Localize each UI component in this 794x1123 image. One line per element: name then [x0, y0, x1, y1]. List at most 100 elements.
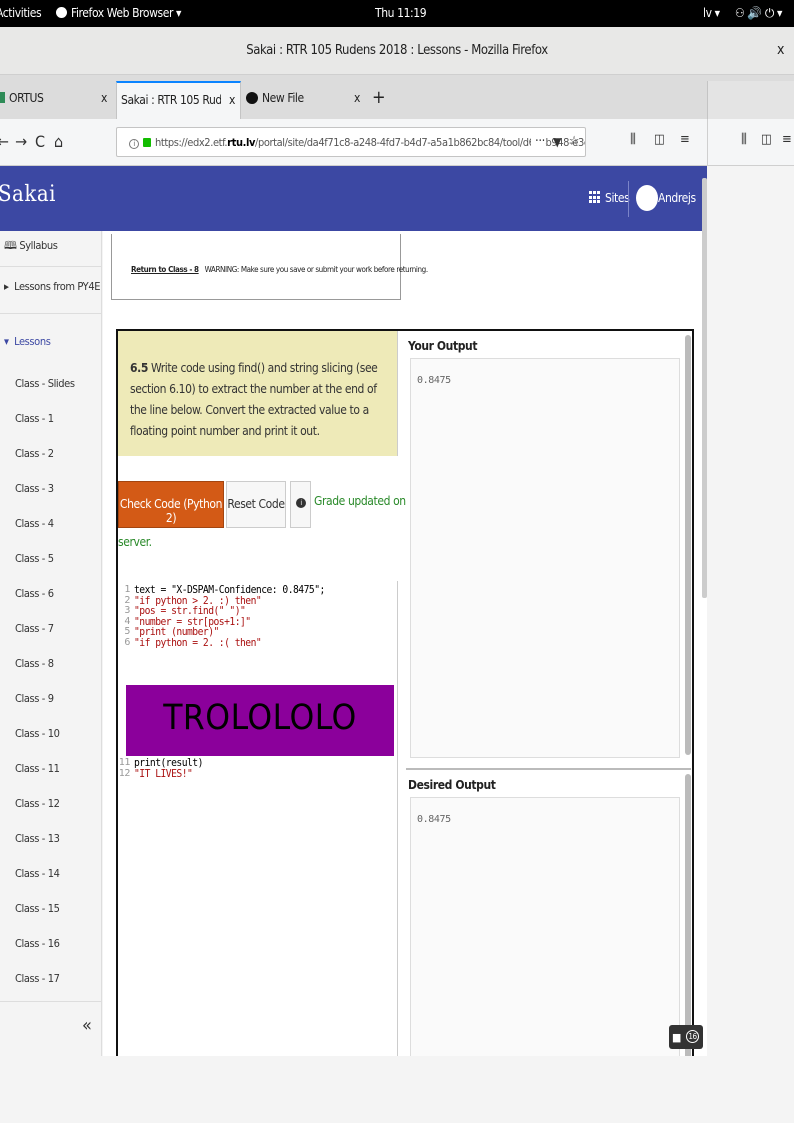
grade-status-continued: server.: [118, 535, 152, 549]
your-output-panel: Your Output 0.8475: [406, 331, 691, 768]
help-badge[interactable]: ■ 16: [669, 1025, 703, 1049]
user-name[interactable]: Andrejs: [658, 191, 696, 205]
clock[interactable]: Thu 11:19: [375, 6, 427, 20]
code-editor[interactable]: 1 2 3 4 5 6 text = "X-DSPAM-Confidence: …: [118, 581, 398, 1056]
exercise-text: Write code using find() and string slici…: [130, 361, 378, 438]
sites-button[interactable]: Sites: [605, 191, 630, 205]
exercise-instructions: 6.5 Write code using find() and string s…: [118, 331, 398, 456]
collapse-nav-button[interactable]: «: [82, 1015, 92, 1036]
sidebar-item-class-9[interactable]: Class - 9: [15, 692, 54, 705]
window-close-button[interactable]: x: [777, 42, 784, 58]
sidebar-icon[interactable]: ◫: [654, 132, 665, 147]
site-info-icon[interactable]: i: [129, 139, 139, 149]
tab-bar: ORTUS x Sakai : RTR 105 Rudens 2018 x Ne…: [0, 75, 794, 119]
url-prefix: https://edx2.etf.: [155, 136, 228, 149]
exercise-number: 6.5: [130, 361, 148, 375]
sidebar-icon[interactable]: ◫: [761, 132, 772, 147]
sidebar-item-label: Lessons from PY4E: [14, 280, 101, 293]
sidebar-item-class-11[interactable]: Class - 11: [15, 762, 60, 775]
tab-new-file[interactable]: New File x: [246, 81, 366, 119]
sidebar-item-class-4[interactable]: Class - 4: [15, 517, 54, 530]
sidebar-item-class-2[interactable]: Class - 2: [15, 447, 54, 460]
sidebar-item-class-7[interactable]: Class - 7: [15, 622, 54, 635]
github-icon: [246, 92, 258, 104]
side-window-blank: [707, 166, 794, 231]
divider: [0, 1001, 101, 1002]
menu-icon[interactable]: ≡: [782, 132, 792, 147]
sidebar-item-class-12[interactable]: Class - 12: [15, 797, 60, 810]
your-output-box: 0.8475: [410, 358, 680, 758]
window-title: Sakai : RTR 105 Rudens 2018 : Lessons - …: [246, 43, 548, 58]
sidebar-item-py4e[interactable]: ▸ Lessons from PY4E: [4, 280, 100, 293]
tab-close-icon[interactable]: x: [354, 91, 360, 105]
menu-icon[interactable]: ≡: [680, 132, 690, 147]
sidebar-item-class-8[interactable]: Class - 8: [15, 657, 54, 670]
forward-button[interactable]: →: [15, 132, 27, 151]
activities-button[interactable]: Activities: [0, 6, 42, 20]
scrollbar[interactable]: [685, 335, 691, 755]
sidebar-item-class-15[interactable]: Class - 15: [15, 902, 60, 915]
trololo-overlay: TROLOLOLO: [126, 685, 394, 756]
sidebar-item-syllabus[interactable]: 🕮 Syllabus: [4, 237, 58, 256]
app-menu[interactable]: Firefox Web Browser ▾: [56, 6, 181, 20]
tab-close-icon[interactable]: x: [229, 93, 235, 107]
sidebar-item-class-17[interactable]: Class - 17: [15, 972, 60, 985]
main-content: Return to Class - 8 WARNING: Make sure yo…: [103, 231, 707, 1056]
home-button[interactable]: ⌂: [54, 132, 63, 151]
app-menu-label: Firefox Web Browser ▾: [71, 6, 182, 20]
return-box: Return to Class - 8 WARNING: Make sure yo…: [111, 234, 428, 300]
desired-output-panel: Desired Output 0.8475: [406, 768, 691, 1056]
url-domain: rtu.lv: [227, 136, 256, 149]
return-to-class-link[interactable]: Return to Class - 8: [131, 265, 199, 274]
tab-sakai[interactable]: Sakai : RTR 105 Rudens 2018 x: [116, 81, 241, 119]
page-actions-button[interactable]: ···: [531, 134, 545, 149]
sidebar-item-class-1[interactable]: Class - 1: [15, 412, 54, 425]
return-warning: WARNING: Make sure you save or submit yo…: [204, 265, 428, 274]
firefox-icon: [56, 7, 67, 18]
avatar[interactable]: [636, 185, 658, 211]
line-number: 12: [118, 767, 131, 779]
navigation-toolbar: ← → C ⌂ ihttps://edx2.etf.rtu.lv/portal/…: [0, 119, 794, 166]
sidebar-item-class-3[interactable]: Class - 3: [15, 482, 54, 495]
new-tab-button[interactable]: +: [372, 87, 386, 108]
scrollbar[interactable]: [685, 774, 691, 1056]
sites-grid-icon[interactable]: [589, 191, 602, 204]
pocket-icon[interactable]: ▼: [553, 135, 561, 149]
library-icon[interactable]: ⫼: [630, 132, 636, 147]
sidebar-item-class-16[interactable]: Class - 16: [15, 937, 60, 950]
grade-status: Grade updated on: [314, 494, 406, 508]
system-tray[interactable]: ⚇ 🔊 ⏻ ▾: [735, 6, 782, 21]
reset-code-button[interactable]: Reset Code: [226, 481, 286, 528]
library-icon[interactable]: ⫼: [741, 132, 747, 147]
divider: [0, 266, 101, 267]
left-tool-nav: 🕮 Syllabus ▸ Lessons from PY4E ▾ Lessons…: [0, 231, 102, 1056]
back-button[interactable]: ←: [0, 132, 9, 151]
url-bar[interactable]: i https://edx2.etf.rtu.lv/portal/site/da4…: [116, 127, 586, 157]
sidebar-item-class-14[interactable]: Class - 14: [15, 867, 60, 880]
sidebar-item-class-10[interactable]: Class - 10: [15, 727, 60, 740]
check-code-button[interactable]: Check Code (Python 2): [118, 481, 224, 528]
line-numbers: 1 2 3 4 5 6: [118, 584, 130, 648]
keyboard-layout[interactable]: lv ▾: [703, 6, 720, 20]
ortus-favicon: [0, 92, 5, 103]
divider: [0, 313, 101, 314]
sidebar-item-label: Lessons: [14, 335, 51, 348]
info-button[interactable]: i: [290, 481, 311, 528]
sidebar-item-lessons[interactable]: ▾ Lessons: [4, 335, 51, 348]
tab-label: Sakai : RTR 105 Rudens 2018: [121, 93, 221, 107]
line-number: 5: [124, 626, 130, 637]
bookmark-star-icon[interactable]: ☆: [569, 134, 579, 149]
code-line: "IT LIVES!": [134, 766, 193, 780]
sidebar-item-class-13[interactable]: Class - 13: [15, 832, 60, 845]
tab-ortus[interactable]: ORTUS x: [0, 81, 114, 119]
tab-close-icon[interactable]: x: [101, 91, 107, 105]
desired-output-box: 0.8475: [410, 797, 680, 1056]
book-icon: 🕮: [4, 239, 20, 252]
chevron-down-icon: ▾: [4, 335, 15, 348]
sakai-logo[interactable]: Sakai: [0, 182, 56, 207]
sidebar-item-class-5[interactable]: Class - 5: [15, 552, 54, 565]
sidebar-item-class-slides[interactable]: Class - Slides: [15, 377, 75, 390]
reload-button[interactable]: C: [35, 132, 45, 151]
lock-icon: [143, 138, 151, 147]
sidebar-item-class-6[interactable]: Class - 6: [15, 587, 54, 600]
